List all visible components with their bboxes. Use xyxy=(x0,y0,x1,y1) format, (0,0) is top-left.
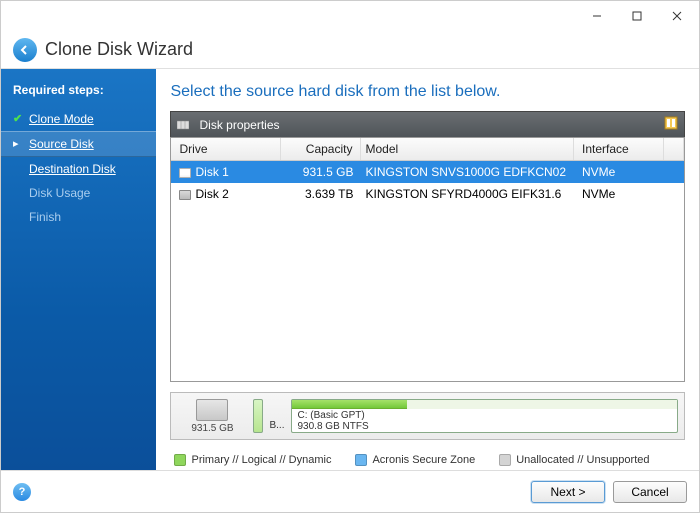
partition-name: C: (Basic GPT) xyxy=(298,410,672,421)
legend-securezone: Acronis Secure Zone xyxy=(355,454,475,466)
hard-disk-icon xyxy=(196,399,228,421)
layout-disk-size: 931.5 GB xyxy=(191,423,233,434)
next-button[interactable]: Next > xyxy=(531,481,605,503)
disk-layout-bar: 931.5 GB B... C: (Basic GPT) 930.8 GB NT… xyxy=(170,392,685,440)
cell-capacity: 3.639 TB xyxy=(281,183,361,205)
step-clone-mode[interactable]: Clone Mode xyxy=(1,107,156,131)
step-source-disk[interactable]: Source Disk xyxy=(1,131,156,157)
maximize-button[interactable] xyxy=(617,2,657,30)
cell-drive: Disk 1 xyxy=(195,165,228,179)
col-interface[interactable]: Interface xyxy=(574,138,664,160)
cell-capacity: 931.5 GB xyxy=(281,161,361,183)
col-end xyxy=(664,138,684,160)
layout-small-label: B... xyxy=(269,420,284,433)
minimize-button[interactable] xyxy=(577,2,617,30)
step-label: Finish xyxy=(29,210,61,224)
footer: ? Next > Cancel xyxy=(1,470,699,512)
sidebar: Required steps: Clone Mode Source Disk D… xyxy=(1,69,156,470)
col-drive[interactable]: Drive xyxy=(171,138,281,160)
window-title: Clone Disk Wizard xyxy=(45,39,193,60)
legend: Primary // Logical // Dynamic Acronis Se… xyxy=(170,450,685,466)
swatch-blue-icon xyxy=(355,454,367,466)
layout-disk-block: 931.5 GB xyxy=(177,399,247,434)
table-header: Drive Capacity Model Interface xyxy=(171,138,684,161)
step-label: Disk Usage xyxy=(29,186,90,200)
usage-bar-icon xyxy=(292,400,408,409)
back-arrow-icon xyxy=(19,44,31,56)
close-icon xyxy=(672,11,682,21)
page-title: Select the source hard disk from the lis… xyxy=(170,83,685,101)
swatch-grey-icon xyxy=(499,454,511,466)
columns-icon xyxy=(177,119,189,131)
panel-title: Disk properties xyxy=(199,118,279,132)
minimize-icon xyxy=(592,11,602,21)
step-label: Source Disk xyxy=(29,137,94,151)
col-capacity[interactable]: Capacity xyxy=(281,138,361,160)
help-icon: ? xyxy=(19,486,26,498)
wizard-window: Clone Disk Wizard Required steps: Clone … xyxy=(0,0,700,513)
panel-header: Disk properties xyxy=(170,111,685,137)
disk-icon xyxy=(179,168,191,178)
step-label: Clone Mode xyxy=(29,112,94,126)
titlebar xyxy=(1,1,699,31)
cell-interface: NVMe xyxy=(574,161,664,183)
partition-size: 930.8 GB NTFS xyxy=(298,421,672,432)
disk-icon xyxy=(179,190,191,200)
step-destination-disk[interactable]: Destination Disk xyxy=(1,157,156,181)
cancel-button[interactable]: Cancel xyxy=(613,481,687,503)
close-button[interactable] xyxy=(657,2,697,30)
help-button[interactable]: ? xyxy=(13,483,31,501)
column-chooser-icon xyxy=(664,116,678,130)
cell-interface: NVMe xyxy=(574,183,664,205)
cell-model: KINGSTON SFYRD4000G EIFK31.6 xyxy=(361,183,574,205)
step-label: Destination Disk xyxy=(29,162,116,176)
disk-table: Drive Capacity Model Interface Disk 1 93… xyxy=(170,137,685,382)
back-button[interactable] xyxy=(13,38,37,62)
table-body: Disk 1 931.5 GB KINGSTON SNVS1000G EDFKC… xyxy=(171,161,684,381)
main-panel: Select the source hard disk from the lis… xyxy=(156,69,699,470)
legend-unallocated: Unallocated // Unsupported xyxy=(499,454,649,466)
table-row[interactable]: Disk 1 931.5 GB KINGSTON SNVS1000G EDFKC… xyxy=(171,161,684,183)
sidebar-heading: Required steps: xyxy=(1,79,156,107)
maximize-icon xyxy=(632,11,642,21)
cell-model: KINGSTON SNVS1000G EDFKCN02 xyxy=(361,161,574,183)
window-header: Clone Disk Wizard xyxy=(1,31,699,69)
table-row[interactable]: Disk 2 3.639 TB KINGSTON SFYRD4000G EIFK… xyxy=(171,183,684,205)
cell-drive: Disk 2 xyxy=(195,187,228,201)
swatch-green-icon xyxy=(174,454,186,466)
layout-small-partition[interactable] xyxy=(253,399,263,433)
disk-properties-section: Disk properties Drive Capacity Model Int… xyxy=(170,111,685,382)
col-model[interactable]: Model xyxy=(361,138,574,160)
step-list: Clone Mode Source Disk Destination Disk … xyxy=(1,107,156,229)
layout-main-partition[interactable]: C: (Basic GPT) 930.8 GB NTFS xyxy=(291,399,679,433)
step-finish: Finish xyxy=(1,205,156,229)
legend-primary: Primary // Logical // Dynamic xyxy=(174,454,331,466)
step-disk-usage: Disk Usage xyxy=(1,181,156,205)
column-chooser-button[interactable] xyxy=(664,116,678,133)
